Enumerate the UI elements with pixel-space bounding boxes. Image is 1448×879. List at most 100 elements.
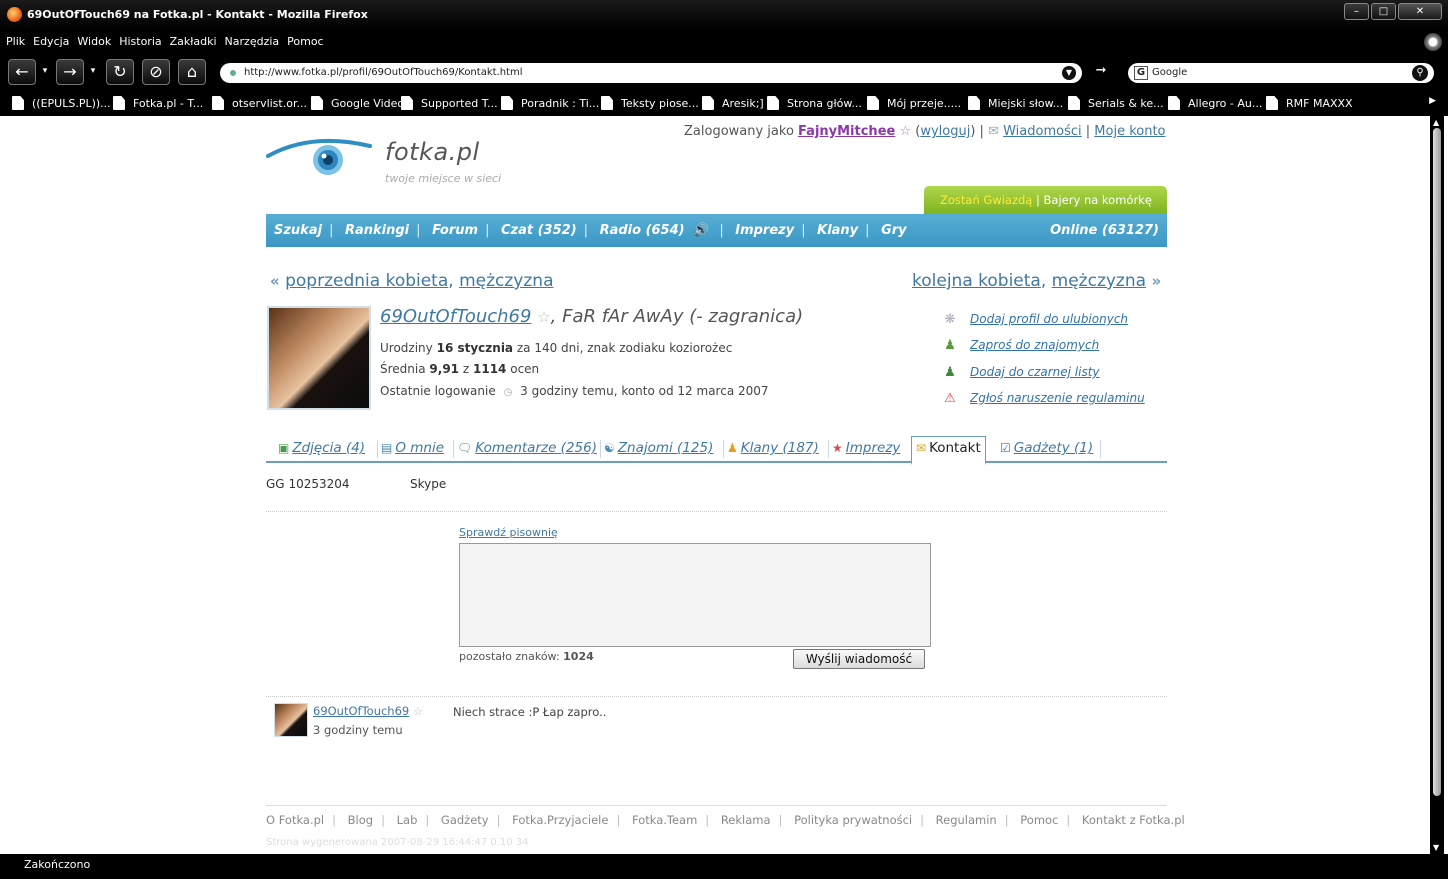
nav-games[interactable]: Gry xyxy=(881,223,907,238)
profile-photo[interactable] xyxy=(267,306,371,410)
nav-search[interactable]: Szukaj xyxy=(274,223,322,238)
tab-clans[interactable]: ♟ Klany (187) xyxy=(727,440,819,456)
nav-rankings[interactable]: Rankingi xyxy=(345,223,409,238)
bookmark-item[interactable]: Aresik;] xyxy=(702,96,764,110)
add-favorite-action[interactable]: ❋ Dodaj profil do ulubionych xyxy=(942,312,1128,327)
minimize-icon[interactable]: – xyxy=(1344,3,1369,20)
previous-man-link[interactable]: mężczyzna xyxy=(459,271,553,291)
bookmark-item[interactable]: Poradnik : Ti... xyxy=(501,96,599,110)
vertical-scrollbar[interactable]: ▲ ▼ xyxy=(1430,116,1444,854)
messages-link[interactable]: Wiadomości xyxy=(1003,124,1082,139)
message-author-link[interactable]: 69OutOfTouch69 xyxy=(313,704,409,718)
footer-link[interactable]: Polityka prywatności xyxy=(794,813,912,827)
scroll-up-icon[interactable]: ▲ xyxy=(1433,118,1439,127)
window-controls: – □ ✕ xyxy=(1344,3,1442,20)
bookmark-item[interactable]: otservlist.or... xyxy=(212,96,307,110)
tab-gadgets[interactable]: ☑ Gadżety (1) xyxy=(1000,440,1093,456)
nav-chat[interactable]: Czat (352) xyxy=(501,223,577,238)
footer-link[interactable]: Kontakt z Fotka.pl xyxy=(1082,813,1185,827)
blacklist-action[interactable]: ♟ Dodaj do czarnej listy xyxy=(942,365,1099,380)
become-star-link[interactable]: Zostań Gwiazdą xyxy=(940,193,1032,207)
footer-link[interactable]: Reklama xyxy=(721,813,771,827)
previous-woman-link[interactable]: poprzednia kobieta xyxy=(285,271,448,291)
search-input[interactable]: G Google ⚲ xyxy=(1128,63,1434,83)
bookmark-item[interactable]: Supported T... xyxy=(401,96,498,110)
nav-forum[interactable]: Forum xyxy=(432,223,478,238)
bookmark-item[interactable]: Miejski słow... xyxy=(968,96,1063,110)
bookmark-item[interactable]: Teksty piose... xyxy=(601,96,699,110)
spellcheck-link[interactable]: Sprawdź pisownię xyxy=(459,526,558,539)
bookmark-item[interactable]: Mój przeje..... xyxy=(867,96,961,110)
bookmark-item[interactable]: Allegro - Au... xyxy=(1168,96,1262,110)
footer-link[interactable]: Lab xyxy=(397,813,418,827)
bookmark-item[interactable]: RMF MAXXX xyxy=(1266,96,1353,110)
footer-link[interactable]: Blog xyxy=(348,813,373,827)
bookmarks-overflow-icon[interactable]: ▶ xyxy=(1429,96,1436,106)
site-logo-text[interactable]: fotka.pl xyxy=(385,138,480,166)
message-textarea[interactable] xyxy=(459,543,931,647)
search-engine-icon[interactable]: G xyxy=(1134,66,1148,80)
menu-plik[interactable]: Plik xyxy=(6,35,25,48)
bookmark-item[interactable]: Google Video xyxy=(311,96,404,110)
page-icon xyxy=(212,96,224,110)
gg-number[interactable]: 10253204 xyxy=(288,477,349,491)
tab-contact[interactable]: ✉ Kontakt xyxy=(911,436,986,465)
next-woman-link[interactable]: kolejna kobieta xyxy=(912,271,1041,291)
menu-zakladki[interactable]: Zakładki xyxy=(170,35,217,48)
footer-link[interactable]: Regulamin xyxy=(936,813,997,827)
footer-link[interactable]: O Fotka.pl xyxy=(266,813,324,827)
back-dropdown-icon[interactable]: ▾ xyxy=(38,59,52,85)
back-icon[interactable]: ← xyxy=(8,59,36,85)
bookmark-item[interactable]: Strona głów... xyxy=(767,96,862,110)
report-abuse-action[interactable]: ⚠ Zgłoś naruszenie regulaminu xyxy=(942,391,1145,406)
menu-historia[interactable]: Historia xyxy=(119,35,161,48)
logout-link[interactable]: wyloguj xyxy=(920,124,970,139)
status-text: Zakończono xyxy=(24,858,91,871)
menu-edycja[interactable]: Edycja xyxy=(33,35,69,48)
home-icon[interactable]: ⌂ xyxy=(178,59,206,85)
my-account-link[interactable]: Moje konto xyxy=(1094,124,1165,139)
nav-radio[interactable]: Radio (654) xyxy=(600,223,685,238)
menu-widok[interactable]: Widok xyxy=(77,35,111,48)
nav-clans[interactable]: Klany xyxy=(817,223,858,238)
invite-friend-action[interactable]: ♟ Zaproś do znajomych xyxy=(942,338,1099,353)
message-author-avatar[interactable] xyxy=(274,703,308,737)
footer-link[interactable]: Pomoc xyxy=(1020,813,1058,827)
fotka-eye-logo-icon[interactable] xyxy=(266,134,376,180)
menu-pomoc[interactable]: Pomoc xyxy=(287,35,323,48)
send-message-button[interactable]: Wyślij wiadomość xyxy=(793,649,925,669)
footer-link[interactable]: Gadżety xyxy=(441,813,489,827)
forward-dropdown-icon[interactable]: ▾ xyxy=(86,59,100,85)
bookmark-item[interactable]: Fotka.pl - T... xyxy=(113,96,203,110)
url-bar[interactable]: http://www.fotka.pl/profil/69OutOfTouch6… xyxy=(220,63,1082,83)
ringtones-link[interactable]: Bajery na komórkę xyxy=(1044,193,1152,207)
profile-nick-link[interactable]: 69OutOfTouch69 xyxy=(380,306,531,327)
forward-icon[interactable]: → xyxy=(56,59,84,85)
url-dropdown-icon[interactable]: ▼ xyxy=(1062,66,1076,80)
stop-icon[interactable]: ⊘ xyxy=(142,59,170,85)
tab-friends[interactable]: ☯ Znajomi (125) xyxy=(604,440,713,456)
footer-link[interactable]: Fotka.Przyjaciele xyxy=(512,813,608,827)
site-identity-icon[interactable] xyxy=(230,70,236,76)
close-icon[interactable]: ✕ xyxy=(1398,3,1442,20)
maximize-icon[interactable]: □ xyxy=(1371,3,1396,20)
tab-comments[interactable]: 🗨 Komentarze (256) xyxy=(457,440,597,456)
tab-events[interactable]: ★ Imprezy xyxy=(832,440,900,456)
speaker-icon[interactable]: 🔊 xyxy=(693,223,709,238)
go-icon[interactable]: ➞ xyxy=(1092,59,1110,85)
search-icon[interactable]: ⚲ xyxy=(1412,65,1428,81)
footer-link[interactable]: Fotka.Team xyxy=(632,813,697,827)
tab-about[interactable]: ▤ O mnie xyxy=(381,440,444,456)
scrollbar-thumb[interactable] xyxy=(1433,128,1441,796)
nav-events[interactable]: Imprezy xyxy=(735,223,794,238)
online-count[interactable]: Online (63127) xyxy=(1050,214,1159,247)
menu-narzedzia[interactable]: Narzędzia xyxy=(225,35,280,48)
bookmark-item[interactable]: ((EPULS.PL))... xyxy=(12,96,111,110)
scroll-down-icon[interactable]: ▼ xyxy=(1433,843,1439,852)
next-man-link[interactable]: mężczyzna xyxy=(1052,271,1146,291)
reload-icon[interactable]: ↻ xyxy=(106,59,134,85)
logged-as-label: Zalogowany jako xyxy=(684,124,794,139)
tab-photos[interactable]: ▣ Zdjęcia (4) xyxy=(278,440,365,456)
current-user-link[interactable]: FajnyMitchee xyxy=(798,124,895,139)
bookmark-item[interactable]: Serials & ke... xyxy=(1068,96,1164,110)
